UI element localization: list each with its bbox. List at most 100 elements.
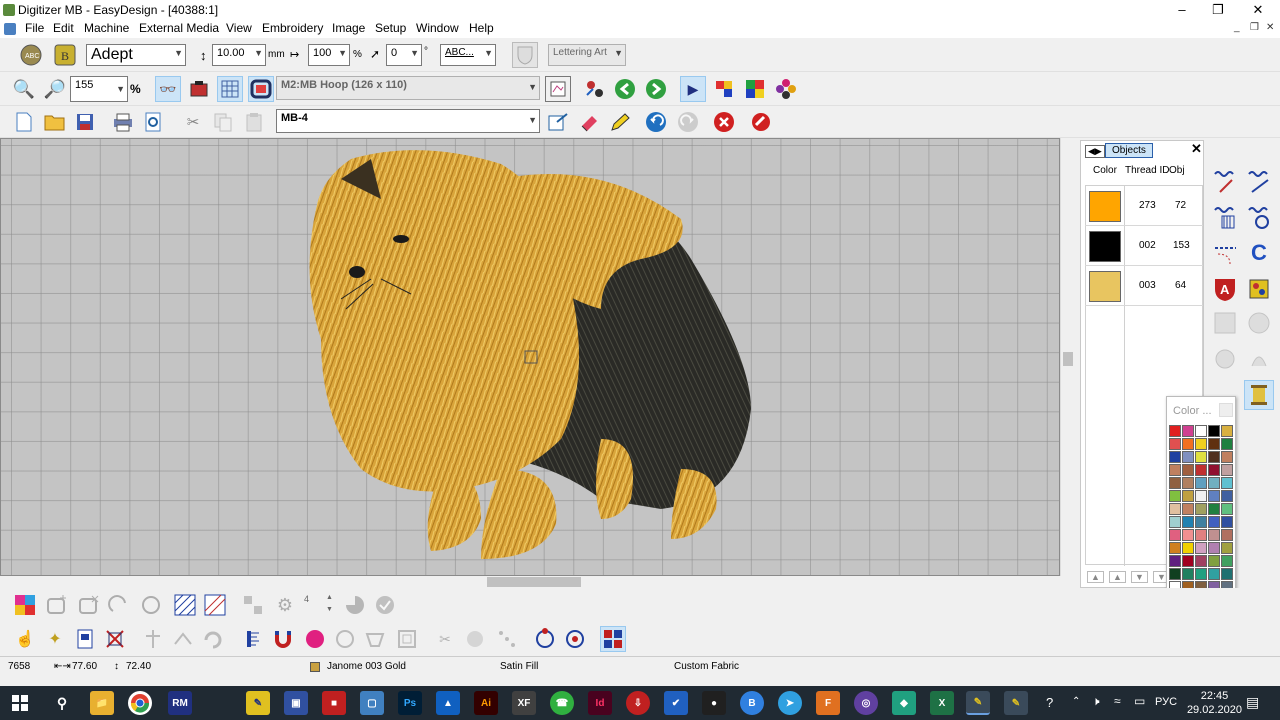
palette-color-swatch[interactable] <box>1169 568 1181 580</box>
disabled-tool-4[interactable] <box>1244 344 1274 374</box>
palette-color-swatch[interactable] <box>1208 438 1220 450</box>
satin-column-button[interactable] <box>240 626 266 652</box>
hand-tool-button[interactable]: ☝ <box>12 626 38 652</box>
palette-color-swatch[interactable] <box>1182 516 1194 528</box>
palette-color-swatch[interactable] <box>1208 516 1220 528</box>
mirror-button[interactable] <box>170 626 196 652</box>
move-down-button[interactable]: ▼ <box>1131 571 1148 583</box>
print-preview-button[interactable] <box>140 109 166 135</box>
menu-machine[interactable]: Machine <box>84 21 129 35</box>
object-properties-button[interactable] <box>72 626 98 652</box>
text-width-select[interactable]: 100 ▼ <box>308 44 350 66</box>
reshape-button[interactable] <box>102 626 128 652</box>
palette-color-swatch[interactable] <box>1195 529 1207 541</box>
move-top-button[interactable]: ▲ <box>1087 571 1104 583</box>
lettering-abc-button[interactable]: ABC <box>18 42 44 68</box>
palette-color-swatch[interactable] <box>1221 477 1233 489</box>
taskbar-app-4[interactable]: ✎ <box>246 691 270 715</box>
edit-pen-button[interactable] <box>607 109 633 135</box>
palette-color-swatch[interactable] <box>1221 555 1233 567</box>
palette-color-swatch[interactable] <box>1169 529 1181 541</box>
text-height-select[interactable]: 10.00 ▼ <box>212 44 266 66</box>
remove-hoop-button[interactable] <box>76 592 102 618</box>
align-button[interactable] <box>140 626 166 652</box>
palette-color-swatch[interactable] <box>1182 529 1194 541</box>
color-sort-button[interactable] <box>711 76 737 102</box>
cut-stitches-button[interactable]: ✂ <box>432 626 458 652</box>
close-button[interactable]: ✕ <box>1240 0 1276 20</box>
palette-color-swatch[interactable] <box>1208 555 1220 567</box>
rotate-hoop-button[interactable] <box>106 592 132 618</box>
monogram-button[interactable]: B <box>52 42 78 68</box>
mdi-restore-button[interactable]: ❐ <box>1250 22 1259 33</box>
palette-color-swatch[interactable] <box>1208 529 1220 541</box>
taskbar-chrome[interactable] <box>128 691 152 715</box>
palette-color-swatch[interactable] <box>1221 542 1233 554</box>
help-button[interactable] <box>748 109 774 135</box>
color-wheel-button[interactable] <box>773 76 799 102</box>
taskbar-app-7[interactable]: ▢ <box>360 691 384 715</box>
start-button[interactable] <box>8 691 32 715</box>
panel-close-button[interactable]: ✕ <box>1191 141 1202 157</box>
menu-help[interactable]: Help <box>469 21 494 35</box>
palette-color-swatch[interactable] <box>1169 503 1181 515</box>
palette-color-swatch[interactable] <box>1195 503 1207 515</box>
taskbar-app-19[interactable]: F <box>816 691 840 715</box>
mdi-minimize-button[interactable]: _ <box>1234 22 1240 33</box>
taskbar-excel[interactable]: X <box>930 691 954 715</box>
palette-color-swatch[interactable] <box>1221 451 1233 463</box>
paste-button[interactable] <box>241 109 267 135</box>
menu-image[interactable]: Image <box>332 21 365 35</box>
menu-edit[interactable]: Edit <box>53 21 74 35</box>
stitch-player-button[interactable] <box>582 76 608 102</box>
knot-button[interactable] <box>332 626 358 652</box>
language-indicator[interactable]: РУС <box>1155 696 1177 708</box>
zoom-in-button[interactable]: 🔍 <box>11 76 37 102</box>
palette-color-swatch[interactable] <box>1169 516 1181 528</box>
bean-stitch-tool[interactable] <box>1210 238 1240 268</box>
machine-format-select[interactable]: MB-4 ▼ <box>276 109 540 133</box>
group-button[interactable] <box>240 592 266 618</box>
start-point-button[interactable] <box>532 626 558 652</box>
tab-objects[interactable]: Objects <box>1105 143 1153 158</box>
border-button[interactable] <box>394 626 420 652</box>
menu-file[interactable]: File <box>25 21 44 35</box>
palette-color-swatch[interactable] <box>1182 568 1194 580</box>
taskbar-app-3[interactable]: RM <box>168 691 192 715</box>
palette-color-swatch[interactable] <box>1208 503 1220 515</box>
save-button[interactable] <box>72 109 98 135</box>
magnet-button[interactable] <box>270 626 296 652</box>
move-up-button[interactable]: ▲ <box>1109 571 1126 583</box>
mdi-close-button[interactable]: ✕ <box>1266 22 1274 33</box>
pie-tool-button[interactable] <box>342 592 368 618</box>
palette-color-swatch[interactable] <box>1195 555 1207 567</box>
zoom-out-button[interactable]: 🔎 <box>42 76 68 102</box>
palette-color-swatch[interactable] <box>1182 490 1194 502</box>
select-tool-button[interactable]: ▶ <box>680 76 706 102</box>
palette-color-swatch[interactable] <box>1195 477 1207 489</box>
search-button[interactable]: ⚲ <box>50 691 74 715</box>
stitch-points-button[interactable] <box>494 626 520 652</box>
menu-window[interactable]: Window <box>416 21 459 35</box>
palette-color-swatch[interactable] <box>1182 464 1194 476</box>
lettering-shield-button[interactable] <box>512 42 538 68</box>
lettering-art-select[interactable]: Lettering Art ▼ <box>548 44 626 66</box>
end-point-button[interactable] <box>562 626 588 652</box>
palette-color-swatch[interactable] <box>1221 503 1233 515</box>
write-to-card-button[interactable] <box>545 109 571 135</box>
palette-color-swatch[interactable] <box>1169 451 1181 463</box>
taskbar-illustrator[interactable]: Ai <box>474 691 498 715</box>
disabled-tool-2[interactable] <box>1244 308 1274 338</box>
palette-color-swatch[interactable] <box>1221 529 1233 541</box>
volume-icon[interactable]: 🕨 <box>1092 694 1100 709</box>
taskbar-app-17[interactable]: B <box>740 691 764 715</box>
palette-color-swatch[interactable] <box>1208 490 1220 502</box>
font-select[interactable]: Adept ▼ <box>86 44 186 66</box>
color-blend-button[interactable] <box>742 76 768 102</box>
palette-color-swatch[interactable] <box>1182 425 1194 437</box>
taskbar-whatsapp[interactable]: ☎ <box>550 691 574 715</box>
taskbar-app-5[interactable]: ▣ <box>284 691 308 715</box>
show-image-button[interactable] <box>186 76 212 102</box>
hscroll-thumb[interactable] <box>487 577 581 587</box>
show-stitches-button[interactable]: 👓 <box>155 76 181 102</box>
